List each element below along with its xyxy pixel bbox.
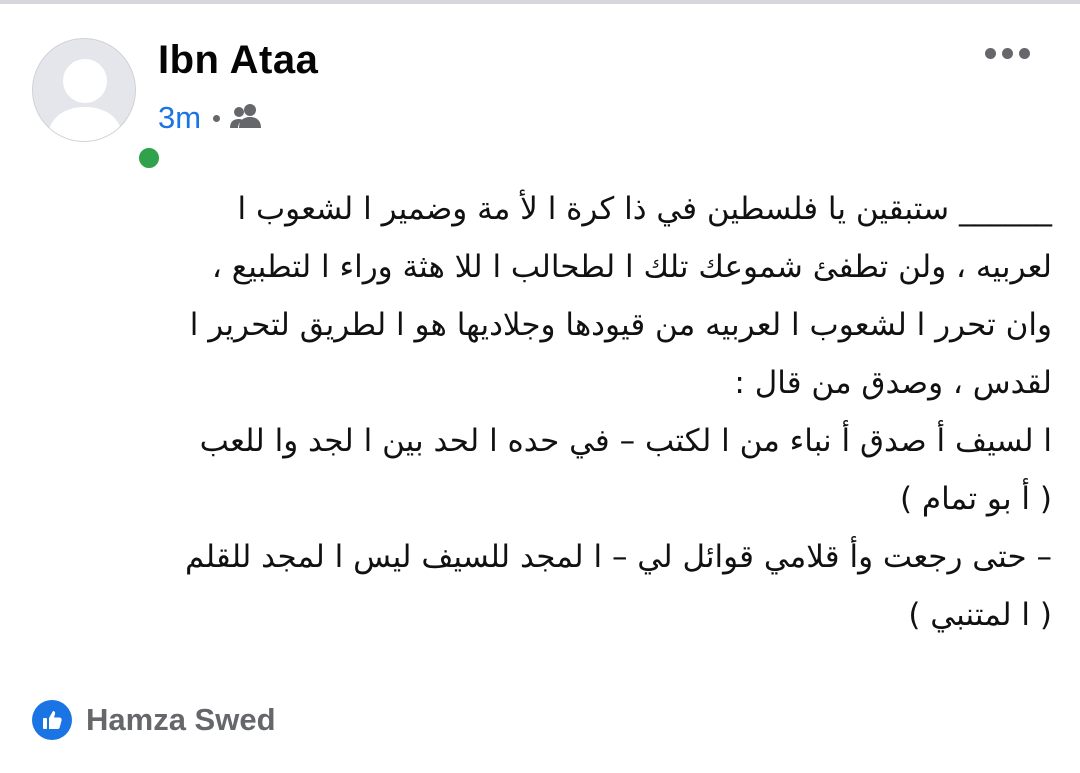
post-line: وان تحرر ا لشعوب ا لعربيه من قيودها وجلا… [189,307,1052,343]
post-meta: 3m [158,98,262,138]
reactor-name[interactable]: Hamza Swed [86,702,276,738]
post-line: لقدس ، وصدق من قال : [734,365,1052,401]
post-line: – حتى رجعت وأ قلامي قوائل لي – ا لمجد لل… [185,539,1052,575]
avatar[interactable] [32,38,136,142]
post-timestamp[interactable]: 3m [158,100,201,136]
default-avatar-silhouette-icon [47,59,123,141]
more-dot [1019,48,1030,59]
post-line: ( أ بو تمام ) [899,481,1052,517]
post-line: ______ ستبقين يا فلسطين في ذا كرة ا لأ م… [237,191,1052,227]
author-avatar[interactable] [32,38,164,173]
post-line: ( ا لمتنبي ) [908,597,1052,633]
post-line: لعربيه ، ولن تطفئ شموعك تلك ا لطحالب ا ل… [211,249,1052,285]
post-line: ا لسيف أ صدق أ نباء من ا لكتب – في حده ا… [199,423,1052,459]
reactions-summary[interactable]: Hamza Swed [32,700,276,740]
author-name[interactable]: Ibn Ataa [158,38,318,83]
like-icon [32,700,72,740]
more-dot [985,48,996,59]
top-divider [0,0,1080,4]
post-text: ______ ستبقين يا فلسطين في ذا كرة ا لأ م… [40,180,1052,644]
separator-dot [213,114,221,122]
more-options-icon[interactable] [985,48,1030,59]
more-dot [1002,48,1013,59]
online-status-dot [134,143,164,173]
friends-icon[interactable] [230,103,262,133]
